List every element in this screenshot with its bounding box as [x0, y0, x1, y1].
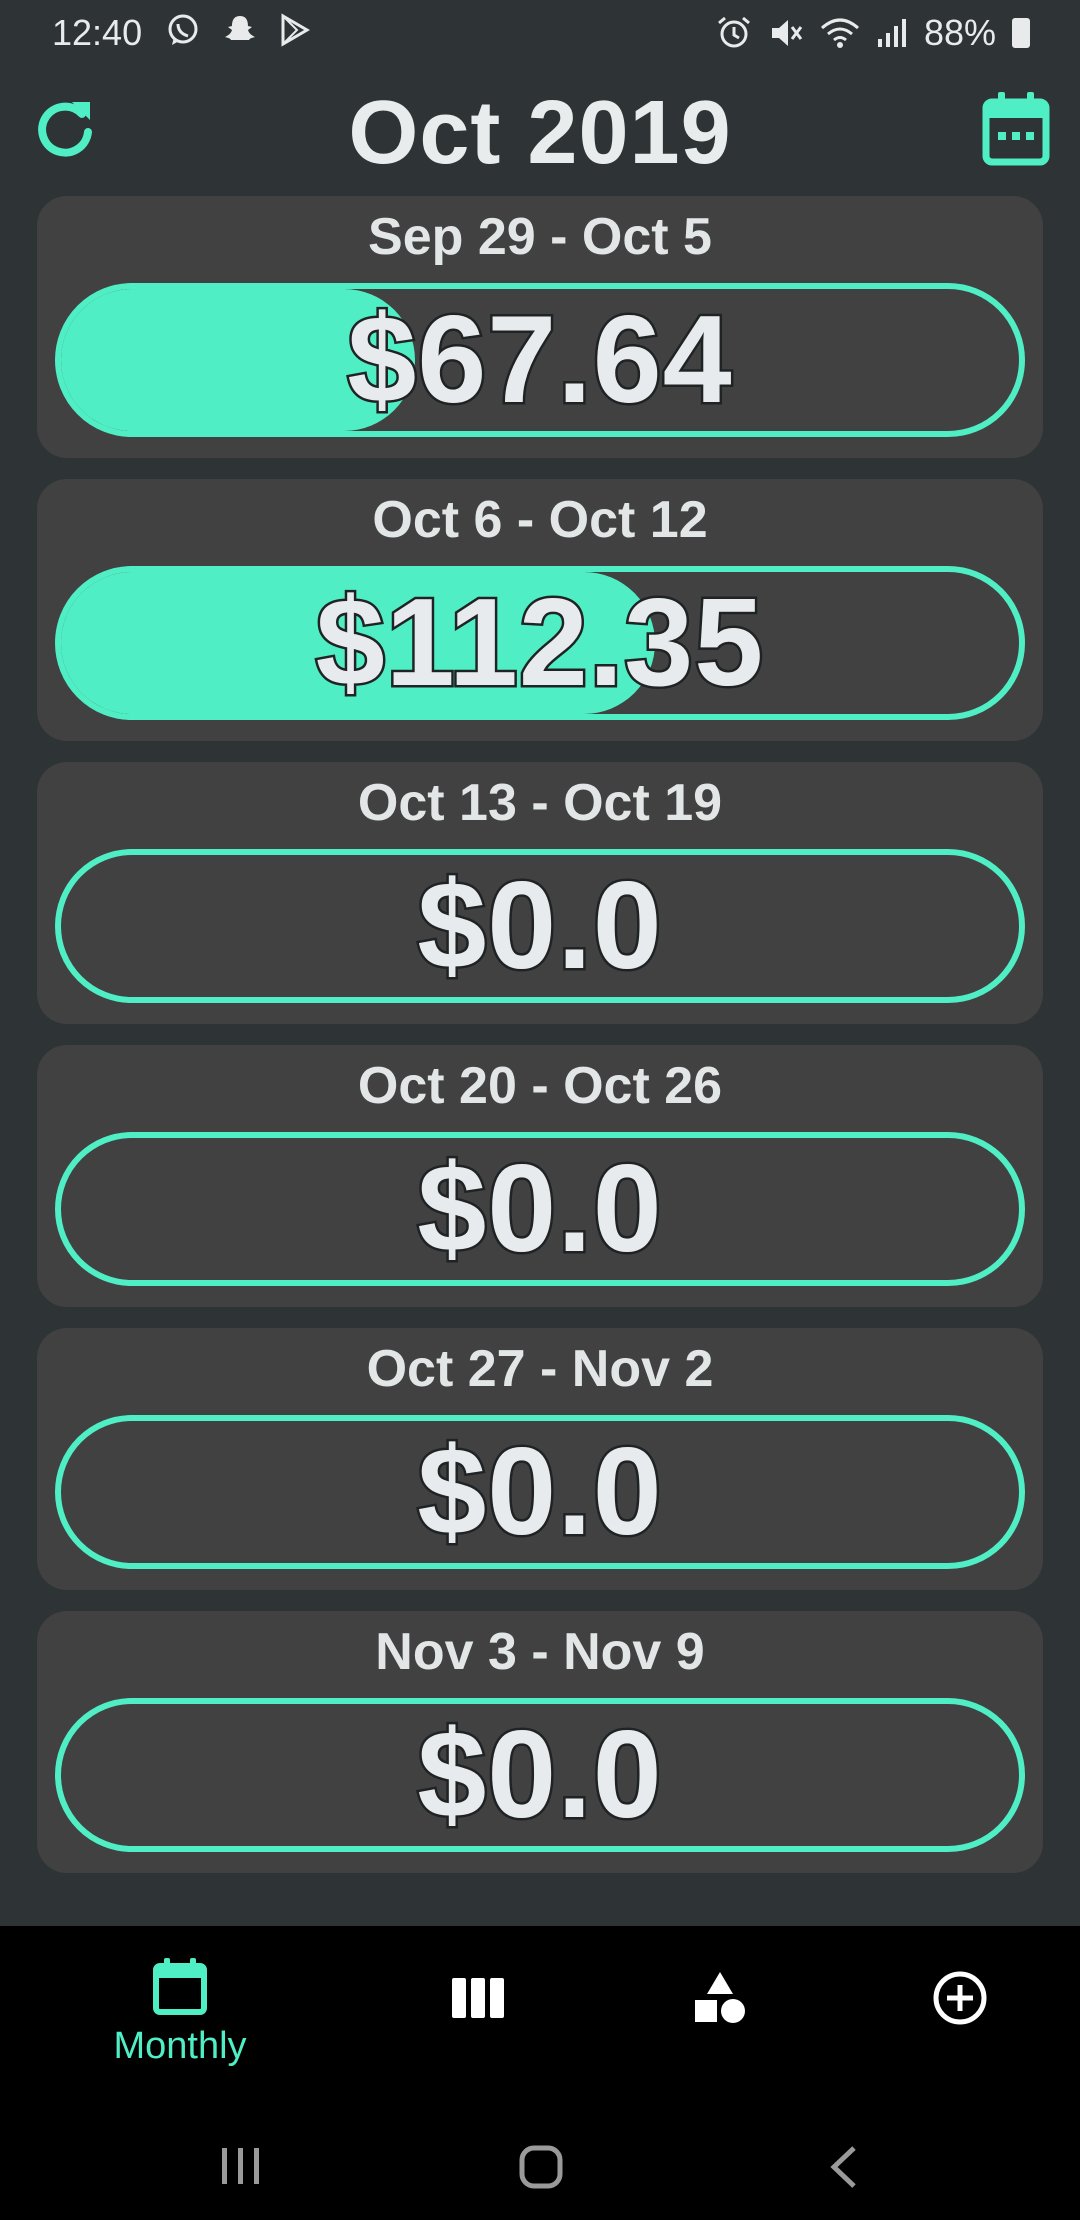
- recent-apps-icon[interactable]: [220, 2146, 262, 2186]
- status-bar: 12:40 88%: [0, 0, 1080, 66]
- header: Oct 2019: [0, 72, 1080, 192]
- shapes-icon: [695, 1972, 745, 2023]
- week-range: Oct 20 - Oct 26: [357, 1057, 723, 1115]
- add-circle-icon: [933, 1971, 987, 2025]
- nav-categories[interactable]: [620, 1970, 820, 2029]
- spending-bar[interactable]: $67.64: [55, 283, 1025, 437]
- play-store-icon: [281, 13, 310, 47]
- week-amount: $0.0: [415, 1138, 664, 1280]
- mute-icon: [771, 20, 803, 46]
- snapchat-icon: [225, 16, 255, 40]
- signal-icon: [877, 19, 906, 47]
- spending-bar[interactable]: $0.0: [55, 1698, 1025, 1852]
- week-range: Oct 27 - Nov 2: [366, 1340, 714, 1398]
- week-card[interactable]: Oct 13 - Oct 19 $0.0: [37, 762, 1043, 1024]
- week-card[interactable]: Nov 3 - Nov 9 $0.0: [37, 1611, 1043, 1873]
- weeks-list: Sep 29 - Oct 5 $67.64 Oct 6 - Oct 12 $11…: [37, 196, 1043, 1894]
- week-amount: $0.0: [415, 855, 664, 997]
- wifi-icon: [820, 18, 859, 48]
- week-range: Sep 29 - Oct 5: [368, 208, 712, 266]
- nav-monthly-label: Monthly: [113, 2025, 247, 2067]
- alarm-icon: [717, 16, 750, 48]
- system-nav-bar: [0, 2110, 1080, 2220]
- spending-bar[interactable]: $112.35: [55, 566, 1025, 720]
- whatsapp-icon: [168, 14, 198, 45]
- week-amount: $112.35: [313, 572, 765, 714]
- nav-monthly[interactable]: Monthly: [80, 1956, 280, 2068]
- week-card[interactable]: Oct 27 - Nov 2 $0.0: [37, 1328, 1043, 1590]
- week-range: Nov 3 - Nov 9: [375, 1623, 705, 1681]
- home-icon[interactable]: [518, 2144, 564, 2190]
- week-amount: $0.0: [415, 1704, 664, 1846]
- page-title: Oct 2019: [348, 83, 732, 183]
- week-amount: $0.0: [415, 1421, 664, 1563]
- spending-bar[interactable]: $0.0: [55, 1415, 1025, 1569]
- week-amount: $67.64: [345, 289, 734, 431]
- nav-add[interactable]: [860, 1970, 1060, 2031]
- week-card[interactable]: Sep 29 - Oct 5 $67.64: [37, 196, 1043, 458]
- bottom-nav: Monthly: [0, 1926, 1080, 2110]
- week-card[interactable]: Oct 20 - Oct 26 $0.0: [37, 1045, 1043, 1307]
- week-range: Oct 6 - Oct 12: [372, 491, 708, 549]
- spending-bar[interactable]: $0.0: [55, 849, 1025, 1003]
- columns-icon: [452, 1978, 504, 2018]
- battery-percent: 88%: [923, 12, 996, 53]
- nav-weekly[interactable]: [378, 1976, 578, 2025]
- battery-icon: [1012, 18, 1030, 48]
- calendar-icon[interactable]: [982, 90, 1050, 166]
- status-time: 12:40: [52, 12, 143, 53]
- week-card[interactable]: Oct 6 - Oct 12 $112.35: [37, 479, 1043, 741]
- spending-bar[interactable]: $0.0: [55, 1132, 1025, 1286]
- week-range: Oct 13 - Oct 19: [357, 774, 723, 832]
- back-icon[interactable]: [828, 2144, 858, 2190]
- calendar-icon: [153, 1958, 207, 2015]
